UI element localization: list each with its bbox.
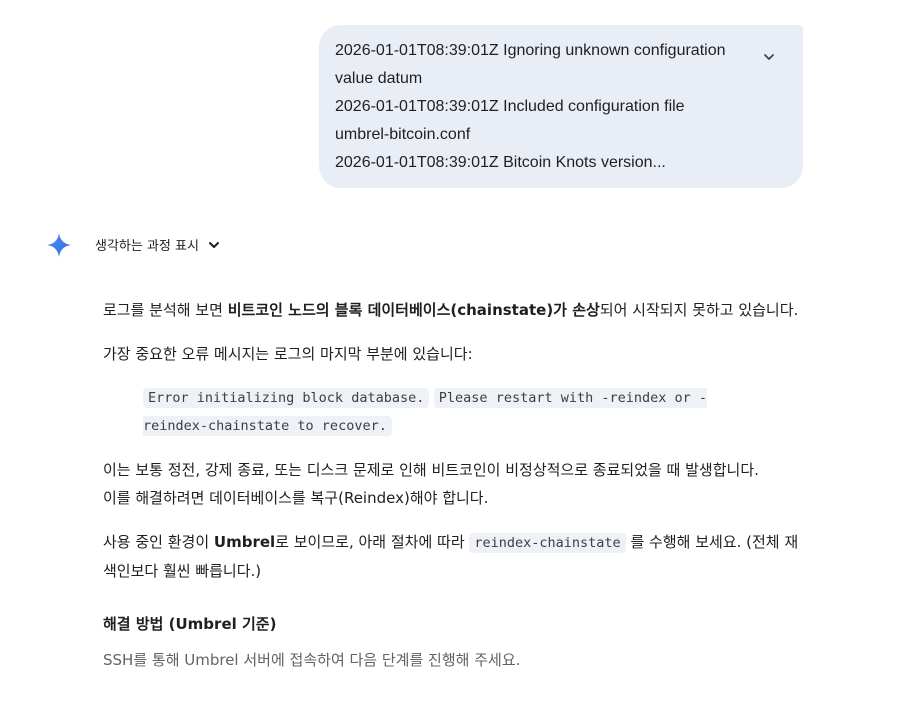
show-thinking-button[interactable]: 생각하는 과정 표시 bbox=[95, 235, 221, 254]
text-span: 로그를 분석해 보면 bbox=[103, 301, 228, 319]
chat-page: 2026-01-01T08:39:01Z Ignoring unknown co… bbox=[0, 0, 917, 703]
expand-message-button[interactable] bbox=[759, 47, 779, 67]
bold-text: Umbrel bbox=[213, 533, 276, 551]
model-response-header: 생각하는 과정 표시 bbox=[46, 230, 219, 260]
user-message-bubble: 2026-01-01T08:39:01Z Ignoring unknown co… bbox=[319, 25, 803, 188]
user-message-line: value datum bbox=[335, 70, 423, 87]
inline-code: Error initializing block database. bbox=[143, 388, 430, 408]
inline-code: reindex-chainstate bbox=[469, 533, 626, 553]
response-paragraph: 이는 보통 정전, 강제 종료, 또는 디스크 문제로 인해 비트코인이 비정상… bbox=[103, 456, 803, 512]
user-message-line: umbrel-bitcoin.conf bbox=[335, 126, 471, 143]
text-span: 이는 보통 정전, 강제 종료, 또는 디스크 문제로 인해 비트코인이 비정상… bbox=[103, 461, 759, 479]
user-message-text: 2026-01-01T08:39:01Z Ignoring unknown co… bbox=[335, 37, 755, 177]
user-message-line: 2026-01-01T08:39:01Z Bitcoin Knots versi… bbox=[335, 154, 666, 171]
text-span: 로 보이므로, 아래 절차에 따라 bbox=[275, 533, 470, 551]
section-heading: 해결 방법 (Umbrel 기준) bbox=[103, 615, 277, 633]
user-message-line: 2026-01-01T08:39:01Z Ignoring unknown co… bbox=[335, 42, 726, 59]
show-thinking-label: 생각하는 과정 표시 bbox=[95, 239, 199, 254]
user-message-line: 2026-01-01T08:39:01Z Included configurat… bbox=[335, 98, 685, 115]
gemini-spark-icon bbox=[47, 233, 71, 257]
response-paragraph: 로그를 분석해 보면 비트코인 노드의 블록 데이터베이스(chainstate… bbox=[103, 296, 803, 324]
response-paragraph: 가장 중요한 오류 메시지는 로그의 마지막 부분에 있습니다: bbox=[103, 345, 473, 363]
error-quote: Error initializing block database. Pleas… bbox=[143, 384, 763, 440]
response-paragraph: SSH를 통해 Umbrel 서버에 접속하여 다음 단계를 진행해 주세요. bbox=[103, 651, 521, 669]
text-span: 되어 시작되지 못하고 있습니다. bbox=[599, 301, 799, 319]
text-span: 사용 중인 환경이 bbox=[103, 533, 214, 551]
chevron-down-icon bbox=[764, 54, 774, 60]
chevron-down-icon bbox=[208, 241, 219, 248]
model-response-body: 로그를 분석해 보면 비트코인 노드의 블록 데이터베이스(chainstate… bbox=[103, 296, 803, 673]
response-paragraph: 사용 중인 환경이 Umbrel로 보이므로, 아래 절차에 따라 reinde… bbox=[103, 528, 803, 585]
text-span: 이를 해결하려면 데이터베이스를 복구(Reindex)해야 합니다. bbox=[103, 489, 489, 507]
bold-text: 비트코인 노드의 블록 데이터베이스(chainstate)가 손상 bbox=[227, 301, 600, 319]
